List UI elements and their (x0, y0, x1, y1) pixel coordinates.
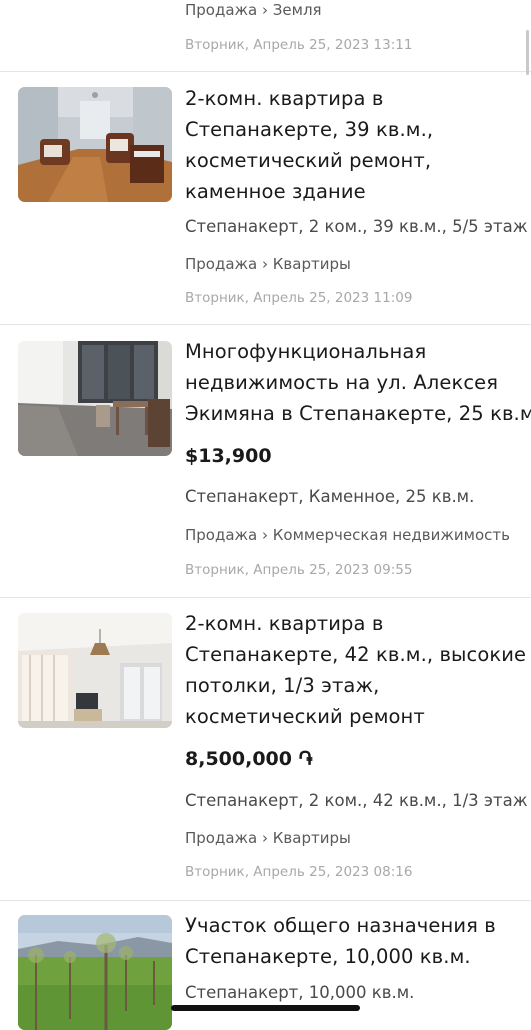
listing-details: Степанакерт, Каменное, 25 кв.м. (185, 487, 475, 506)
listing-date: Вторник, Апрель 25, 2023 11:09 (185, 290, 413, 306)
listing-item[interactable]: 2-комн. квартира в Степанакерте, 39 кв.м… (0, 72, 531, 325)
listing-date: Вторник, Апрель 25, 2023 08:16 (185, 864, 413, 880)
orchard-land-photo (18, 915, 172, 1030)
home-indicator[interactable] (171, 1005, 360, 1011)
listing-title[interactable]: потолки, 1/3 этаж, (185, 671, 379, 702)
listing-details: Степанакерт, 10,000 кв.м. (185, 983, 415, 1002)
listing-item[interactable]: 2-комн. квартира в Степанакерте, 42 кв.м… (0, 598, 531, 901)
listing-category[interactable]: Продажа › Коммерческая недвижимость (185, 526, 510, 544)
commercial-room-photo (18, 341, 172, 456)
listing-title[interactable]: Степанакерте, 39 кв.м., (185, 115, 433, 146)
listing-date: Вторник, Апрель 25, 2023 09:55 (185, 562, 413, 578)
listing-title[interactable]: Экимяна в Степанакерте, 25 кв.м. (185, 399, 531, 430)
listing-photo[interactable] (18, 613, 172, 728)
listing-title[interactable]: недвижимость на ул. Алексея (185, 368, 498, 399)
listing-item[interactable]: Продажа › Земля Вторник, Апрель 25, 2023… (0, 0, 531, 72)
listing-title[interactable]: Участок общего назначения в (185, 911, 496, 942)
listing-title[interactable]: каменное здание (185, 177, 366, 208)
listing-date: Вторник, Апрель 25, 2023 13:11 (185, 37, 413, 53)
listing-category[interactable]: Продажа › Земля (185, 1, 322, 19)
listing-category[interactable]: Продажа › Квартиры (185, 255, 351, 273)
listing-photo[interactable] (18, 341, 172, 456)
listing-details: Степанакерт, 2 ком., 42 кв.м., 1/3 этаж (185, 791, 528, 810)
listing-title[interactable]: 2-комн. квартира в (185, 609, 383, 640)
listing-category[interactable]: Продажа › Квартиры (185, 829, 351, 847)
apartment-room-photo (18, 613, 172, 728)
listing-title[interactable]: косметический ремонт (185, 702, 425, 733)
listing-photo[interactable] (18, 915, 172, 1030)
listing-title[interactable]: 2-комн. квартира в (185, 84, 383, 115)
listing-title[interactable]: Степанакерте, 10,000 кв.м. (185, 942, 471, 973)
scrollbar[interactable] (526, 30, 529, 75)
listing-price: $13,900 (185, 445, 272, 467)
listing-title[interactable]: Многофункциональная (185, 337, 426, 368)
listing-price: 8,500,000 ֏ (185, 748, 313, 770)
apartment-living-room-photo (18, 87, 172, 202)
listing-title[interactable]: Степанакерте, 42 кв.м., высокие (185, 640, 526, 671)
listing-title[interactable]: косметический ремонт, (185, 146, 431, 177)
listing-photo[interactable] (18, 87, 172, 202)
listing-item[interactable]: Многофункциональная недвижимость на ул. … (0, 325, 531, 598)
listing-details: Степанакерт, 2 ком., 39 кв.м., 5/5 этаж (185, 217, 528, 236)
